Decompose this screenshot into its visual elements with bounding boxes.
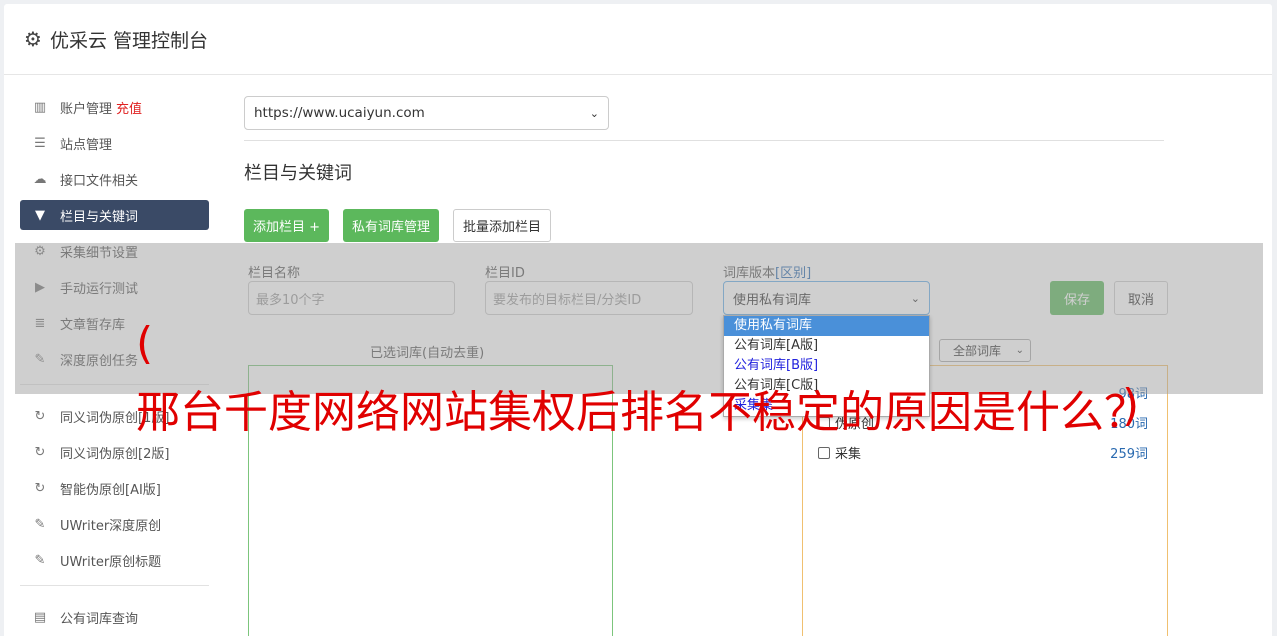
refresh-icon: ↻: [34, 444, 46, 460]
sidebar-item-public-lib-query[interactable]: ▤ 公有词库查询: [20, 602, 209, 632]
filter-icon: ▼: [35, 207, 45, 223]
action-buttons: 添加栏目 + 私有词库管理 批量添加栏目: [244, 209, 1164, 242]
main-content: https://www.ucaiyun.com ⌄ 栏目与关键词 添加栏目 + …: [244, 96, 1164, 242]
divider: [244, 140, 1164, 141]
sidebar-item-interface-files[interactable]: ☁ 接口文件相关: [20, 164, 209, 194]
server-icon: ☰: [34, 135, 46, 151]
list-item[interactable]: 采集 259词: [818, 443, 1148, 462]
private-lib-button[interactable]: 私有词库管理: [343, 209, 440, 242]
add-column-button[interactable]: 添加栏目 +: [244, 209, 330, 242]
dropdown-option[interactable]: 公有词库[B版]: [724, 356, 929, 376]
sidebar-item-label: 接口文件相关: [60, 173, 139, 189]
site-select[interactable]: https://www.ucaiyun.com ⌄: [244, 96, 609, 130]
bar-chart-icon: ▥: [33, 99, 47, 115]
sidebar-item-label: 智能伪原创[AI版]: [60, 482, 161, 498]
sidebar-item-label: 同义词伪原创[2版]: [60, 446, 170, 462]
sidebar-item-account[interactable]: ▥ 账户管理 充值: [20, 92, 209, 122]
top-bar: ⚙ 优采云 管理控制台: [4, 4, 1272, 75]
batch-add-button[interactable]: 批量添加栏目: [453, 209, 552, 242]
checkbox[interactable]: [818, 446, 830, 459]
site-select-value: https://www.ucaiyun.com: [254, 105, 425, 121]
sidebar-item-label: 站点管理: [60, 137, 113, 153]
sidebar-item-synonym-v2[interactable]: ↻ 同义词伪原创[2版]: [20, 437, 209, 467]
refresh-icon: ↻: [34, 480, 46, 496]
sidebar-item-label: 公有词库查询: [60, 611, 139, 627]
dropdown-option[interactable]: 公有词库[A版]: [724, 336, 929, 356]
sidebar-item-label: 栏目与关键词: [60, 209, 139, 225]
edit-icon: ✎: [34, 552, 46, 568]
headline-open-paren: (: [136, 318, 154, 369]
sidebar-item-sites[interactable]: ☰ 站点管理: [20, 128, 209, 158]
sidebar-divider: [20, 585, 209, 586]
lib-count: 259词: [1110, 447, 1148, 462]
sidebar-item-label: UWriter深度原创: [60, 518, 162, 534]
sidebar-item-columns-keywords[interactable]: ▼ 栏目与关键词: [20, 200, 209, 230]
recharge-link[interactable]: 充值: [116, 98, 142, 117]
sidebar-item-uwriter-title[interactable]: ✎ UWriter原创标题: [20, 545, 209, 575]
lib-name: 采集: [835, 447, 862, 462]
gear-icon: ⚙: [24, 27, 42, 51]
sidebar-item-uwriter-deep[interactable]: ✎ UWriter深度原创: [20, 509, 209, 539]
console-title: 优采云 管理控制台: [49, 29, 208, 52]
sidebar-item-ai-pseudo[interactable]: ↻ 智能伪原创[AI版]: [20, 473, 209, 503]
headline-text: 邢台千度网络网站集权后排名不稳定的原因是什么？: [136, 387, 1148, 438]
refresh-icon: ↻: [34, 408, 46, 424]
dim-overlay: [15, 243, 1263, 394]
dropdown-option[interactable]: 使用私有词库: [724, 316, 929, 336]
headline-close-paren: ): [1122, 380, 1140, 431]
edit-icon: ✎: [34, 516, 46, 532]
sidebar-item-label: 账户管理: [60, 101, 113, 117]
section-title: 栏目与关键词: [244, 163, 352, 184]
cloud-upload-icon: ☁: [33, 171, 47, 187]
sidebar-item-label: UWriter原创标题: [60, 554, 162, 570]
chevron-down-icon: ⌄: [589, 106, 599, 120]
book-icon: ▤: [33, 609, 47, 625]
